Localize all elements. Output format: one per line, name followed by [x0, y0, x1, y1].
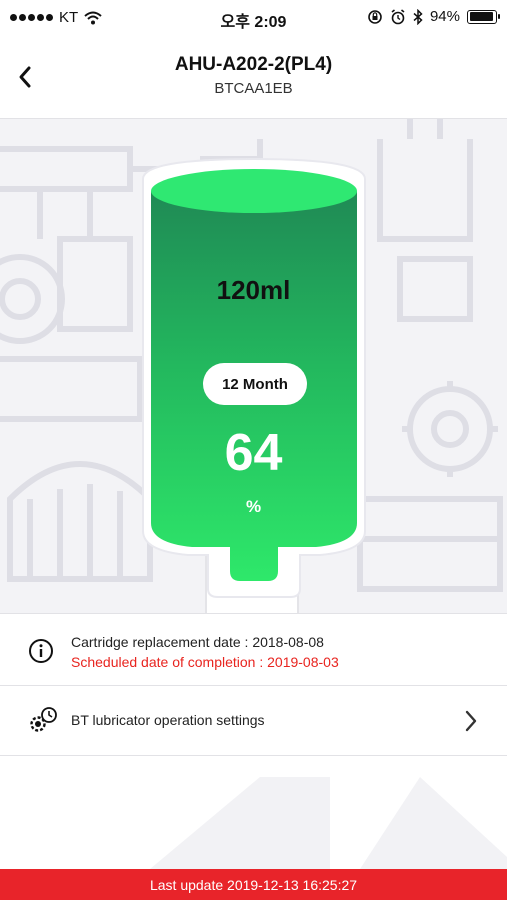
battery-percent: 94% [429, 8, 460, 25]
bottom-decoration [150, 777, 507, 869]
last-update-text: Last update 2019-12-13 16:25:27 [149, 876, 358, 893]
chevron-right-icon [465, 710, 477, 732]
settings-label: BT lubricator operation settings [71, 712, 265, 728]
info-icon [29, 639, 53, 663]
cartridge-info-row: Cartridge replacement date : 2018-08-08 … [0, 614, 507, 686]
gauge-panel: 120ml 12 Month 64 % [0, 118, 507, 614]
alarm-icon [391, 8, 405, 24]
period-badge: 12 Month [203, 363, 307, 405]
header: AHU-A202-2(PL4) BTCAA1EB [0, 36, 507, 118]
percent-unit: % [245, 497, 262, 516]
lock-rotation-icon [368, 9, 382, 24]
page-title: AHU-A202-2(PL4) [174, 54, 333, 75]
bluetooth-icon [413, 8, 423, 25]
battery-icon [467, 9, 500, 24]
gear-clock-icon [30, 707, 57, 732]
battery-fill [469, 12, 493, 21]
replacement-date: Cartridge replacement date : 2018-08-08 [71, 634, 324, 650]
cartridge-volume: 120ml [216, 275, 291, 305]
completion-date: Scheduled date of completion : 2019-08-0… [71, 654, 339, 670]
operation-settings-row[interactable]: BT lubricator operation settings [0, 686, 507, 756]
status-right: 94% [367, 8, 500, 25]
last-update-bar: Last update 2019-12-13 16:25:27 [0, 869, 507, 900]
device-id: BTCAA1EB [214, 80, 293, 97]
status-bar: KT 오후 2:09 94% [0, 0, 507, 36]
liquid-surface [151, 169, 357, 213]
remaining-percent: 64 [224, 424, 283, 482]
